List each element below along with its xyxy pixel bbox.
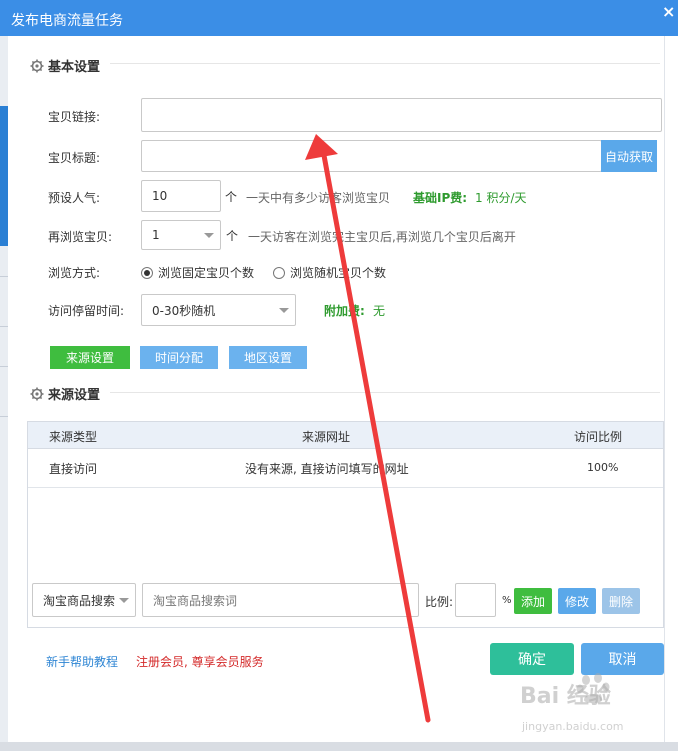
stay-time-label: 访问停留时间: bbox=[48, 304, 125, 318]
extra-fee-label: 附加费: bbox=[324, 304, 365, 318]
tab-time-distribution[interactable]: 时间分配 bbox=[140, 346, 218, 369]
help-tutorial-link[interactable]: 新手帮助教程 bbox=[46, 653, 118, 670]
extra-fee-value: 无 bbox=[373, 304, 386, 318]
section-divider bbox=[110, 63, 660, 64]
radio-unchecked-icon bbox=[273, 266, 285, 279]
percent-sign: % bbox=[502, 595, 512, 606]
source-settings-title: 来源设置 bbox=[48, 388, 101, 403]
radio-label: 浏览固定宝贝个数 bbox=[158, 266, 255, 280]
radio-checked-icon bbox=[141, 266, 153, 279]
popularity-label: 预设人气: bbox=[48, 191, 101, 205]
table-header: 来源类型 来源网址 访问比例 bbox=[28, 422, 663, 449]
tab-source-settings[interactable]: 来源设置 bbox=[50, 346, 130, 369]
source-type-value: 淘宝商品搜索 bbox=[43, 593, 116, 608]
dialog-titlebar: 发布电商流量任务 × bbox=[0, 0, 678, 36]
basic-settings-title: 基本设置 bbox=[48, 60, 101, 75]
header-visit-ratio: 访问比例 bbox=[574, 430, 623, 444]
product-link-input[interactable] bbox=[141, 98, 662, 132]
background-divider bbox=[0, 366, 8, 367]
tab-region-settings[interactable]: 地区设置 bbox=[229, 346, 307, 369]
header-source-type: 来源类型 bbox=[49, 430, 98, 444]
browse-more-unit: 个 bbox=[226, 229, 239, 243]
close-icon[interactable]: × bbox=[662, 2, 675, 21]
browse-more-hint: 一天访客在浏览完主宝贝后,再浏览几个宝贝后离开 bbox=[248, 230, 516, 244]
background-page-right bbox=[664, 36, 678, 751]
delete-source-button[interactable]: 删除 bbox=[602, 588, 640, 614]
row-divider bbox=[28, 487, 663, 488]
header-source-url: 来源网址 bbox=[302, 430, 351, 444]
link-label: 宝贝链接: bbox=[48, 110, 101, 124]
ip-fee-label: 基础IP费: bbox=[413, 191, 468, 205]
background-page-bottom bbox=[0, 742, 678, 751]
ip-fee-value: 1 积分/天 bbox=[475, 191, 527, 205]
source-type-select[interactable]: 淘宝商品搜索 bbox=[32, 583, 136, 617]
section-divider bbox=[110, 392, 660, 393]
background-blue-strip bbox=[0, 106, 8, 246]
ratio-label: 比例: bbox=[425, 595, 454, 609]
stay-time-select[interactable]: 0-30秒随机 bbox=[141, 294, 296, 326]
popularity-hint: 一天中有多少访客浏览宝贝 bbox=[246, 191, 391, 205]
chevron-down-icon bbox=[204, 233, 214, 238]
dialog-title: 发布电商流量任务 bbox=[11, 13, 123, 29]
browse-mode-label: 浏览方式: bbox=[48, 266, 101, 280]
register-member-link[interactable]: 注册会员, 尊享会员服务 bbox=[136, 653, 264, 670]
chevron-down-icon bbox=[119, 598, 129, 603]
product-title-input[interactable] bbox=[141, 140, 602, 172]
radio-label: 浏览随机宝贝个数 bbox=[290, 266, 387, 280]
source-settings-header: 来源设置 bbox=[30, 384, 100, 403]
gear-icon bbox=[30, 387, 44, 400]
browse-mode-fixed-radio[interactable]: 浏览固定宝贝个数 bbox=[141, 264, 254, 281]
popularity-input[interactable]: 10 bbox=[141, 180, 221, 212]
browse-more-value: 1 bbox=[152, 228, 160, 242]
browse-more-label: 再浏览宝贝: bbox=[48, 230, 113, 244]
auto-fetch-button[interactable]: 自动获取 bbox=[601, 140, 657, 172]
background-divider bbox=[0, 276, 8, 277]
edit-source-button[interactable]: 修改 bbox=[558, 588, 596, 614]
chevron-down-icon bbox=[279, 308, 289, 313]
row-source-url: 没有来源, 直接访问填写的网址 bbox=[245, 462, 409, 476]
ratio-input[interactable] bbox=[455, 583, 496, 617]
popularity-unit: 个 bbox=[225, 190, 238, 204]
row-source-type: 直接访问 bbox=[49, 462, 98, 476]
title-label: 宝贝标题: bbox=[48, 151, 101, 165]
background-divider bbox=[0, 326, 8, 327]
gear-icon bbox=[30, 59, 44, 72]
background-page-strip bbox=[0, 36, 8, 751]
basic-settings-header: 基本设置 bbox=[30, 56, 100, 75]
browse-mode-random-radio[interactable]: 浏览随机宝贝个数 bbox=[273, 264, 386, 281]
search-keyword-input[interactable]: 淘宝商品搜索词 bbox=[142, 583, 419, 617]
browse-more-select[interactable]: 1 bbox=[141, 220, 221, 250]
background-divider bbox=[0, 416, 8, 417]
stay-time-value: 0-30秒随机 bbox=[152, 303, 216, 318]
cancel-button[interactable]: 取消 bbox=[581, 643, 664, 675]
row-visit-ratio: 100% bbox=[587, 461, 619, 474]
confirm-button[interactable]: 确定 bbox=[490, 643, 574, 675]
add-source-button[interactable]: 添加 bbox=[514, 588, 552, 614]
publish-task-dialog: 发布电商流量任务 × 基本设置 宝贝链接: 宝贝标题: 自动获取 预设人气: 1… bbox=[0, 0, 678, 742]
